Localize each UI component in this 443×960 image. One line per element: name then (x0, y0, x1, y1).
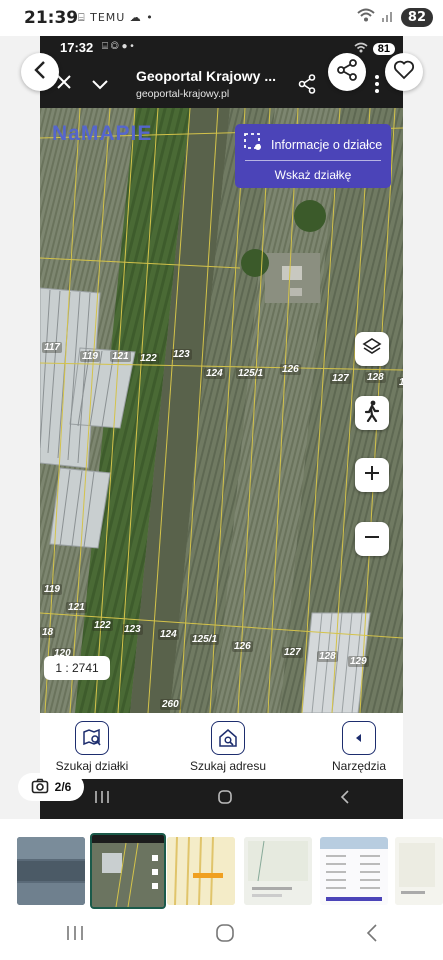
street-view-button[interactable] (355, 396, 389, 430)
page-url[interactable]: geoportal-krajowy.pl (136, 88, 229, 100)
plot-label: 126 (232, 641, 253, 652)
map-search-icon (75, 721, 109, 755)
back-icon[interactable] (366, 923, 378, 947)
wifi-icon (357, 8, 375, 27)
more-options-icon[interactable] (374, 74, 380, 99)
status-time: 21:39 (24, 8, 79, 28)
status-right: 82 (357, 8, 433, 27)
thumbnail-strip (0, 819, 443, 919)
plot-label: 122 (138, 353, 159, 364)
plot-label: 127 (330, 373, 351, 384)
app-bottom-toolbar: Szukaj działki Szukaj adresu Narzędzia (40, 713, 403, 779)
layers-button[interactable] (355, 332, 389, 366)
select-area-icon (243, 132, 263, 157)
plot-label: 125/1 (236, 368, 266, 379)
thumbnail-3[interactable] (167, 837, 235, 905)
search-address-label: Szukaj adresu (189, 759, 267, 773)
heart-icon (393, 60, 415, 85)
inner-home-icon (217, 789, 233, 810)
thumbnail-6[interactable] (395, 837, 443, 905)
inner-notification-icons: ⌸ ◎ ● • (102, 41, 134, 52)
plot-label: 127 (282, 647, 303, 658)
notification-icons: ⌸ TEMU ☁ • (78, 11, 154, 24)
plot-label: 1 (397, 377, 403, 388)
plot-label: 129 (348, 656, 369, 667)
search-address-tool[interactable]: Szukaj adresu (188, 713, 268, 773)
thumbnail-4[interactable] (244, 837, 312, 905)
plot-info-label: Informacje o działce (271, 137, 383, 152)
inner-navigation-bar (40, 779, 403, 819)
battery-indicator: 82 (400, 8, 433, 27)
tools-label: Narzędzia (331, 759, 387, 773)
thumbnail-1[interactable] (17, 837, 85, 905)
inner-status-time: 17:32 (60, 40, 94, 55)
pedestrian-icon (362, 400, 382, 427)
plot-label: 117 (42, 342, 62, 353)
signal-icon (381, 9, 395, 27)
zoom-in-button[interactable] (355, 458, 389, 492)
home-icon[interactable] (215, 923, 235, 948)
plot-label: 124 (204, 368, 225, 379)
plot-label: 125/1 (190, 634, 220, 645)
map-scale: 1 : 2741 (44, 656, 110, 680)
plot-label: 121 (66, 602, 87, 613)
plot-info-button[interactable]: Informacje o działce (243, 132, 382, 157)
home-search-icon (211, 721, 245, 755)
image-counter-text: 2/6 (54, 780, 72, 794)
plot-label: 124 (158, 629, 179, 640)
share-icon (336, 58, 358, 86)
back-button[interactable] (21, 53, 59, 91)
inner-battery-indicator: 81 (372, 43, 395, 55)
plot-info-panel: Informacje o działce Wskaż działkę (235, 124, 391, 188)
plus-icon (363, 464, 381, 487)
plot-label: 119 (42, 584, 62, 595)
chevron-down-icon[interactable] (92, 77, 108, 95)
image-counter[interactable]: 2/6 (18, 773, 84, 801)
plot-label: 122 (92, 620, 113, 631)
point-plot-button[interactable]: Wskaż działkę (235, 168, 391, 182)
plot-label: 123 (171, 349, 192, 360)
plot-label: 18 (40, 627, 56, 638)
favorite-button[interactable] (385, 53, 423, 91)
inner-recents-icon (94, 790, 110, 809)
thumbnail-2-selected[interactable] (90, 833, 166, 909)
plot-label: 121 (110, 351, 131, 362)
system-status-bar: 21:39 ⌸ TEMU ☁ • 82 (0, 0, 443, 36)
recent-apps-icon[interactable] (66, 925, 84, 946)
close-icon[interactable] (56, 74, 72, 95)
plot-label: 119 (80, 351, 100, 362)
chevron-left-icon (33, 60, 47, 85)
inner-status-right: 81 (354, 40, 395, 58)
thumbnail-5[interactable] (320, 837, 388, 905)
share-button[interactable] (328, 53, 366, 91)
minus-icon (363, 528, 381, 551)
system-navigation-bar (0, 910, 443, 960)
plot-label: 123 (122, 624, 143, 635)
panel-divider (245, 160, 381, 161)
zoom-out-button[interactable] (355, 522, 389, 556)
arrow-left-icon (342, 721, 376, 755)
page-title: Geoportal Krajowy ... (136, 68, 277, 84)
namapie-logo: NaMAPIE (52, 122, 153, 145)
plot-label: 128 (365, 372, 386, 383)
camera-icon (31, 778, 49, 797)
search-plot-tool[interactable]: Szukaj działki (52, 713, 132, 773)
plot-label: 260 (160, 699, 181, 710)
inner-share-icon[interactable] (298, 74, 316, 99)
layers-icon (362, 337, 382, 362)
plot-label: 126 (280, 364, 301, 375)
search-plot-label: Szukaj działki (55, 759, 129, 773)
inner-back-icon (340, 789, 350, 809)
map-view[interactable]: 117 119 121 122 123 124 125/1 126 127 12… (40, 108, 403, 713)
plot-label: 128 (317, 651, 338, 662)
tools-menu[interactable]: Narzędzia (323, 713, 395, 773)
